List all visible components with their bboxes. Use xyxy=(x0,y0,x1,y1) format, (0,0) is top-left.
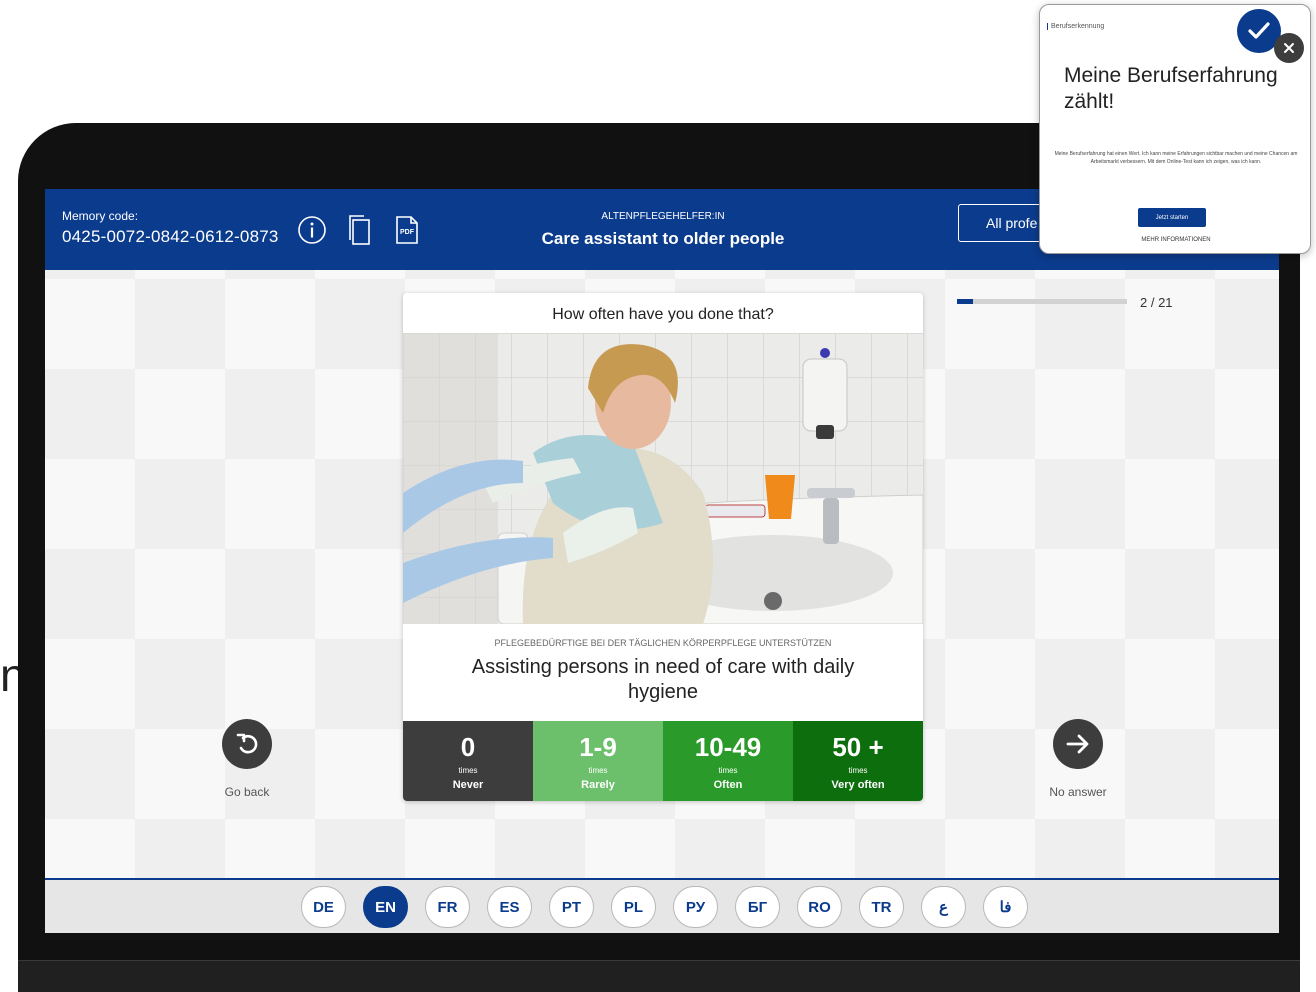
option-unit: times xyxy=(848,766,868,775)
language-button-5[interactable]: PL xyxy=(611,886,656,928)
memory-code-value: 0425-0072-0842-0612-0873 xyxy=(62,227,279,246)
popup-more-info-label: MEHR INFORMATIONEN xyxy=(1141,237,1211,243)
language-button-2[interactable]: FR xyxy=(425,886,470,928)
option-unit: times xyxy=(458,766,478,775)
popup-body-text: Meine Berufserfahrung hat einen Wert. Ic… xyxy=(1054,151,1298,165)
all-professions-label: All profe xyxy=(986,215,1038,231)
close-icon xyxy=(1284,43,1294,53)
undo-arrow-icon xyxy=(236,733,258,754)
question-text: How often have you done that? xyxy=(552,306,774,323)
pdf-icon[interactable]: PDF xyxy=(391,214,423,246)
language-button-11[interactable]: فا xyxy=(983,886,1028,928)
info-popup: Berufserkennung Meine Berufserfahrung zä… xyxy=(1039,4,1311,254)
no-answer-button[interactable] xyxy=(1053,719,1103,769)
profession-title: Care assistant to older people xyxy=(541,229,785,248)
language-button-8[interactable]: RO xyxy=(797,886,842,928)
answer-option-never[interactable]: 0 times Never xyxy=(403,721,533,801)
copy-icon[interactable] xyxy=(344,214,376,246)
language-button-10[interactable]: ع xyxy=(921,886,966,928)
popup-start-button[interactable]: Jetzt starten xyxy=(1138,208,1206,227)
popup-more-info-link[interactable]: MEHR INFORMATIONEN xyxy=(1040,237,1312,243)
answer-options: 0 times Never 1-9 times Rarely 10-49 tim… xyxy=(403,721,923,801)
progress-counter: 2 / 21 xyxy=(1140,295,1173,310)
option-unit: times xyxy=(588,766,608,775)
option-value: 1-9 xyxy=(579,732,617,762)
option-value: 10-49 xyxy=(694,732,762,762)
profession-original-name: ALTENPFLEGEHELFER:IN xyxy=(601,211,725,222)
info-icon[interactable] xyxy=(296,214,328,246)
option-label: Very often xyxy=(831,779,885,791)
answer-option-often[interactable]: 10-49 times Often xyxy=(663,721,793,801)
language-button-1[interactable]: EN xyxy=(363,886,408,928)
pdf-icon-text: PDF xyxy=(400,229,415,236)
progress-fill xyxy=(957,299,974,304)
language-bar: DE EN FR ES PT PL РУ БГ RO TR ع فا xyxy=(45,878,1279,933)
answer-option-very-often[interactable]: 50 + times Very often xyxy=(793,721,923,801)
option-value: 0 xyxy=(460,732,476,762)
language-button-7[interactable]: БГ xyxy=(735,886,780,928)
app-screen: Memory code: 0425-0072-0842-0612-0873 PD… xyxy=(45,189,1279,933)
language-button-6[interactable]: РУ xyxy=(673,886,718,928)
task-photo xyxy=(403,333,923,624)
progress-bar xyxy=(957,299,1127,304)
popup-header-text: Berufserkennung xyxy=(1047,23,1104,30)
question-card: How often have you done that? PFLEGEBEDÜ… xyxy=(403,293,923,801)
option-label: Never xyxy=(452,779,484,791)
popup-title: Meine Berufserfahrung zählt! xyxy=(1064,64,1278,113)
language-button-9[interactable]: TR xyxy=(859,886,904,928)
laptop-base xyxy=(18,960,1300,992)
option-value: 50 + xyxy=(832,732,884,762)
popup-start-label: Jetzt starten xyxy=(1155,214,1189,221)
answer-option-rarely[interactable]: 1-9 times Rarely xyxy=(533,721,663,801)
task-title: Assisting persons in need of care with d… xyxy=(471,656,855,703)
arrow-right-icon xyxy=(1066,734,1089,754)
language-button-3[interactable]: ES xyxy=(487,886,532,928)
option-label: Rarely xyxy=(581,779,615,791)
task-original-name: PFLEGEBEDÜRFTIGE BEI DER TÄGLICHEN KÖRPE… xyxy=(494,638,832,648)
go-back-button[interactable] xyxy=(222,719,272,769)
memory-code-label: Memory code: xyxy=(62,209,139,223)
language-button-0[interactable]: DE xyxy=(301,886,346,928)
language-button-4[interactable]: PT xyxy=(549,886,594,928)
close-popup-button[interactable] xyxy=(1274,33,1304,63)
no-answer-label: No answer xyxy=(1049,785,1107,799)
language-list: DE EN FR ES PT PL РУ БГ RO TR ع فا xyxy=(301,886,1028,928)
option-label: Often xyxy=(713,779,743,791)
option-unit: times xyxy=(718,766,738,775)
go-back-label: Go back xyxy=(224,785,270,799)
